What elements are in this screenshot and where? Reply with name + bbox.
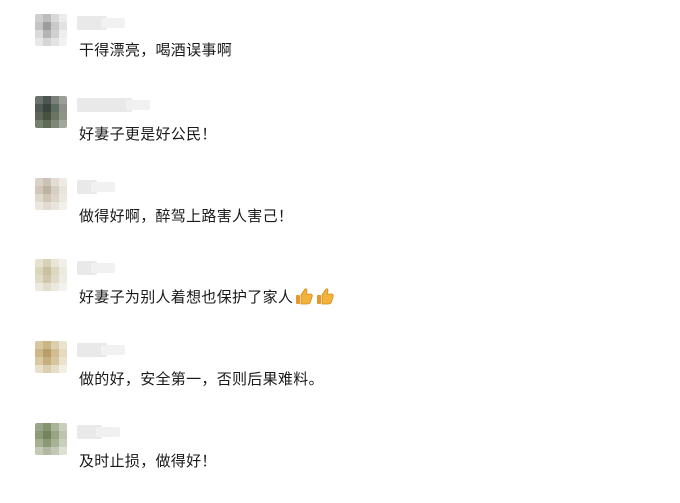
- avatar[interactable]: [35, 423, 67, 455]
- avatar[interactable]: [35, 14, 67, 46]
- blurred-username: [77, 261, 115, 275]
- blurred-username: [77, 16, 125, 30]
- avatar[interactable]: [35, 178, 67, 210]
- comment-item: 及时止损，做得好！: [0, 423, 680, 503]
- comment-item: 好妻子为别人着想也保护了家人: [0, 259, 680, 339]
- comment-text: 做得好啊，醉驾上路害人害己！: [79, 207, 294, 225]
- thumbs-up-icon: [296, 288, 313, 305]
- comment-text-content: 好妻子为别人着想也保护了家人: [79, 288, 294, 306]
- comment-text: 好妻子为别人着想也保护了家人: [79, 286, 335, 307]
- comment-text: 及时止损，做得好！: [79, 452, 217, 470]
- avatar[interactable]: [35, 341, 67, 373]
- blurred-username: [77, 180, 115, 194]
- comment-text: 做的好，安全第一，否则后果难料。: [79, 370, 324, 388]
- comment-item: 做得好啊，醉驾上路害人害己！: [0, 178, 680, 258]
- blurred-username: [77, 425, 120, 439]
- avatar[interactable]: [35, 259, 67, 291]
- blurred-username: [77, 343, 125, 357]
- comment-item: 干得漂亮，喝酒误事啊: [0, 14, 680, 94]
- avatar[interactable]: [35, 96, 67, 128]
- comment-item: 好妻子更是好公民！: [0, 96, 680, 176]
- comment-text: 好妻子更是好公民！: [79, 125, 217, 143]
- comment-text: 干得漂亮，喝酒误事啊: [79, 41, 233, 59]
- thumbs-up-icon: [317, 288, 334, 305]
- blurred-username: [77, 98, 150, 112]
- comment-item: 做的好，安全第一，否则后果难料。: [0, 341, 680, 421]
